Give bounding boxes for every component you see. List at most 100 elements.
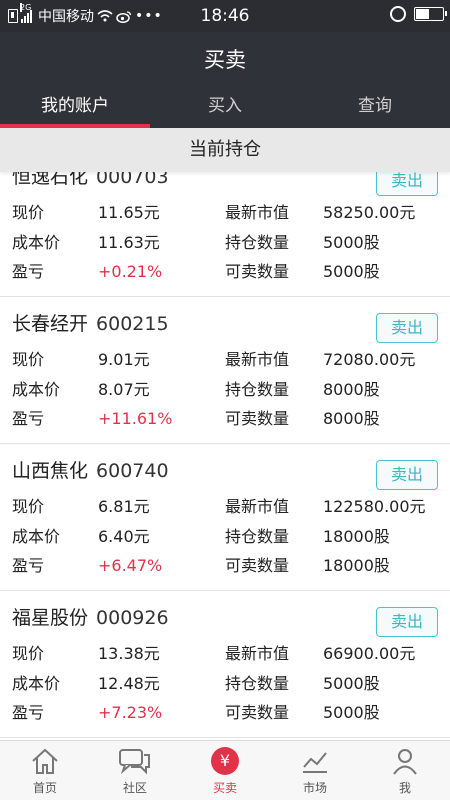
market-value: 66900.00元: [323, 644, 416, 663]
price-value: 11.65元: [98, 203, 160, 222]
pnl-row: 盈亏 +0.21% 可卖数量 5000股: [12, 258, 442, 286]
market-value-label: 最新市值: [225, 644, 290, 663]
stock-code: 000703: [96, 172, 169, 188]
position-label: 持仓数量: [225, 380, 290, 399]
holding-card: 福星股份 000926 卖出 现价 13.38元 最新市值 66900.00元 成…: [0, 591, 450, 738]
position-label: 持仓数量: [225, 527, 290, 546]
battery-icon: [414, 7, 447, 21]
tab-bar: 我的账户 买入 查询: [0, 88, 450, 128]
cost-label: 成本价: [12, 527, 61, 546]
tab-my-account[interactable]: 我的账户: [0, 88, 150, 128]
price-value: 6.81元: [98, 497, 150, 516]
sell-button[interactable]: 卖出: [376, 313, 438, 343]
cost-value: 12.48元: [98, 674, 160, 693]
price-value: 9.01元: [98, 350, 150, 369]
available-label: 可卖数量: [225, 262, 290, 281]
pnl-row: 盈亏 +6.47% 可卖数量 18000股: [12, 552, 442, 580]
section-title: 当前持仓: [0, 128, 450, 172]
cost-label: 成本价: [12, 233, 61, 252]
price-row: 现价 13.38元 最新市值 66900.00元: [12, 640, 442, 668]
yen-coin-icon: ¥: [211, 747, 239, 775]
battery-level: [416, 9, 429, 19]
sim-card-icon: [8, 9, 18, 23]
sell-button[interactable]: 卖出: [376, 172, 438, 196]
cost-value: 6.40元: [98, 527, 150, 546]
price-row: 现价 6.81元 最新市值 122580.00元: [12, 493, 442, 521]
sell-button[interactable]: 卖出: [376, 607, 438, 637]
nav-community-label: 社区: [122, 781, 147, 795]
pnl-value: +6.47%: [98, 556, 163, 575]
sell-button[interactable]: 卖出: [376, 460, 438, 490]
user-icon: [391, 747, 419, 779]
pnl-value: +0.21%: [98, 262, 163, 281]
pnl-label: 盈亏: [12, 703, 45, 722]
available-label: 可卖数量: [225, 556, 290, 575]
nav-market-label: 市场: [302, 781, 327, 795]
status-left: 2G 中国移动 •••: [0, 0, 163, 32]
cost-row: 成本价 11.63元 持仓数量 5000股: [12, 229, 442, 257]
pnl-label: 盈亏: [12, 556, 45, 575]
price-label: 现价: [12, 350, 45, 369]
nav-market[interactable]: 市场: [270, 741, 360, 800]
price-row: 现价 9.01元 最新市值 72080.00元: [12, 346, 442, 374]
page-title: 买卖: [0, 32, 450, 88]
pnl-value: +11.61%: [98, 409, 173, 428]
pnl-value: +7.23%: [98, 703, 163, 722]
stock-title: 山西焦化 600740: [12, 456, 169, 483]
market-value-label: 最新市值: [225, 497, 290, 516]
position-label: 持仓数量: [225, 233, 290, 252]
position-value: 8000股: [323, 380, 380, 399]
cost-label: 成本价: [12, 674, 61, 693]
stock-title: 恒逸石化 000703: [12, 172, 169, 189]
price-label: 现价: [12, 644, 45, 663]
nav-trade[interactable]: ¥ 买卖: [180, 741, 270, 800]
tab-buy[interactable]: 买入: [150, 88, 300, 128]
holding-card: 恒逸石化 000703 卖出 现价 11.65元 最新市值 58250.00元 成…: [0, 172, 450, 297]
pnl-label: 盈亏: [12, 262, 45, 281]
chart-icon: [300, 747, 330, 779]
nav-home-label: 首页: [32, 781, 57, 795]
market-value-label: 最新市值: [225, 203, 290, 222]
pnl-row: 盈亏 +7.23% 可卖数量 5000股: [12, 699, 442, 727]
stock-code: 600215: [96, 313, 169, 335]
stock-name: 长春经开: [12, 313, 89, 335]
cost-value: 11.63元: [98, 233, 160, 252]
status-right: [390, 6, 447, 22]
market-value: 58250.00元: [323, 203, 416, 222]
price-label: 现价: [12, 497, 45, 516]
price-value: 13.38元: [98, 644, 160, 663]
bottom-nav: 首页 社区 ¥ 买卖 市场 我: [0, 740, 450, 800]
available-value: 5000股: [323, 703, 380, 722]
cost-row: 成本价 8.07元 持仓数量 8000股: [12, 376, 442, 404]
position-value: 5000股: [323, 233, 380, 252]
cost-value: 8.07元: [98, 380, 150, 399]
carrier-name: 中国移动: [38, 9, 94, 25]
chat-bubble-icon: [118, 747, 152, 779]
stock-code: 600740: [96, 460, 169, 482]
available-label: 可卖数量: [225, 409, 290, 428]
signal-strength-icon: 2G: [20, 3, 32, 23]
alarm-icon: [390, 6, 406, 22]
available-value: 5000股: [323, 262, 380, 281]
nav-home[interactable]: 首页: [0, 741, 90, 800]
available-value: 18000股: [323, 556, 390, 575]
available-value: 8000股: [323, 409, 380, 428]
holding-card: 长春经开 600215 卖出 现价 9.01元 最新市值 72080.00元 成本…: [0, 297, 450, 444]
holdings-list[interactable]: 恒逸石化 000703 卖出 现价 11.65元 最新市值 58250.00元 成…: [0, 172, 450, 740]
stock-code: 000926: [96, 607, 169, 629]
price-label: 现价: [12, 203, 45, 222]
cost-row: 成本价 6.40元 持仓数量 18000股: [12, 523, 442, 551]
nav-community[interactable]: 社区: [90, 741, 180, 800]
stock-name: 恒逸石化: [12, 172, 89, 188]
wifi-icon: [97, 10, 113, 22]
tab-query[interactable]: 查询: [300, 88, 450, 128]
nav-me-label: 我: [398, 781, 411, 795]
market-value-label: 最新市值: [225, 350, 290, 369]
network-badge: 2G: [20, 3, 32, 12]
available-label: 可卖数量: [225, 703, 290, 722]
more-notifications-icon: •••: [135, 8, 163, 24]
nav-me[interactable]: 我: [360, 741, 450, 800]
holding-card: 山西焦化 600740 卖出 现价 6.81元 最新市值 122580.00元 成…: [0, 444, 450, 591]
cost-row: 成本价 12.48元 持仓数量 5000股: [12, 670, 442, 698]
pnl-label: 盈亏: [12, 409, 45, 428]
